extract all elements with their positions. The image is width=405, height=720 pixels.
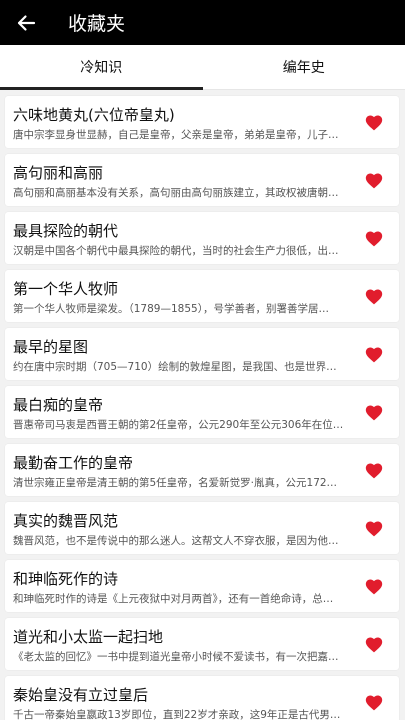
heart-icon[interactable] (364, 403, 384, 421)
item-description: 《老太监的回忆》一书中提到道光皇帝小时候不爱读书，有一次把嘉… (13, 651, 339, 663)
app-bar: 收藏夹 (0, 0, 405, 45)
item-description: 约在唐中宗时期（705—710）绘制的敦煌星图，是我国、也是世界… (13, 361, 337, 373)
tab-bar: 冷知识 编年史 (0, 45, 405, 90)
item-description: 第一个华人牧师是梁发。（1789—1855），号学善者，别署善学居… (13, 303, 329, 315)
item-title: 和珅临死作的诗 (13, 570, 119, 588)
heart-icon[interactable] (364, 229, 384, 247)
tab-chronicle[interactable]: 编年史 (203, 45, 405, 89)
back-button[interactable] (0, 0, 52, 45)
page-title: 收藏夹 (68, 13, 126, 35)
heart-icon[interactable] (364, 171, 384, 189)
item-title: 真实的魏晋风范 (13, 512, 119, 530)
item-title: 秦始皇没有立过皇后 (13, 686, 149, 704)
tab-trivia[interactable]: 冷知识 (0, 45, 203, 90)
heart-icon[interactable] (364, 113, 384, 131)
item-title: 最早的星图 (13, 338, 89, 356)
arrow-left-icon (17, 14, 36, 31)
item-title: 道光和小太监一起扫地 (13, 628, 164, 646)
heart-icon[interactable] (364, 635, 384, 653)
list-item[interactable]: 真实的魏晋风范魏晋风范，也不是传说中的那么迷人。这帮文人不穿衣服，是因为他… (5, 502, 399, 554)
list-item[interactable]: 和珅临死作的诗和珅临死时作的诗是《上元夜狱中对月两首》，还有一首绝命诗，总… (5, 560, 399, 612)
item-description: 晋惠帝司马衷是西晋王朝的第2任皇帝，公元290年至公元306年在位… (13, 419, 344, 431)
list-item[interactable]: 六味地黄丸(六位帝皇丸) 唐中宗李显身世显赫，自己是皇帝，父亲是皇帝，弟弟是皇帝，… (5, 96, 399, 148)
item-description: 千古一帝秦始皇嬴政13岁即位，直到22岁才亲政，这9年正是古代男… (13, 709, 341, 720)
heart-icon[interactable] (364, 287, 384, 305)
item-title: 高句丽和高丽 (13, 164, 104, 182)
heart-icon[interactable] (364, 693, 384, 711)
item-title: 最白痴的皇帝 (13, 396, 104, 414)
list-item[interactable]: 最早的星图约在唐中宗时期（705—710）绘制的敦煌星图，是我国、也是世界… (5, 328, 399, 380)
item-title: 六味地黄丸(六位帝皇丸) (13, 106, 175, 124)
list-item[interactable]: 最勤奋工作的皇帝清世宗雍正皇帝是清王朝的第5任皇帝，名爱新觉罗·胤真，公元172… (5, 444, 399, 496)
heart-icon[interactable] (364, 519, 384, 537)
item-description: 唐中宗李显身世显赫，自己是皇帝，父亲是皇帝，弟弟是皇帝，儿子… (13, 129, 339, 141)
list-item[interactable]: 最白痴的皇帝晋惠帝司马衷是西晋王朝的第2任皇帝，公元290年至公元306年在位… (5, 386, 399, 438)
item-title: 第一个华人牧师 (13, 280, 119, 298)
heart-icon[interactable] (364, 461, 384, 479)
heart-icon[interactable] (364, 577, 384, 595)
heart-icon[interactable] (364, 345, 384, 363)
list-item[interactable]: 秦始皇没有立过皇后千古一帝秦始皇嬴政13岁即位，直到22岁才亲政，这9年正是古代… (5, 676, 399, 720)
list-item[interactable]: 高句丽和高丽高句丽和高丽基本没有关系，高句丽由高句丽族建立，其政权被唐朝… (5, 154, 399, 206)
item-description: 清世宗雍正皇帝是清王朝的第5任皇帝，名爱新觉罗·胤真，公元172… (13, 477, 338, 489)
item-description: 魏晋风范，也不是传说中的那么迷人。这帮文人不穿衣服，是因为他… (13, 535, 339, 547)
item-description: 高句丽和高丽基本没有关系，高句丽由高句丽族建立，其政权被唐朝… (13, 187, 339, 199)
list-item[interactable]: 最具探险的朝代汉朝是中国各个朝代中最具探险的朝代，当时的社会生产力很低，出… (5, 212, 399, 264)
item-description: 汉朝是中国各个朝代中最具探险的朝代，当时的社会生产力很低，出… (13, 245, 339, 257)
item-title: 最勤奋工作的皇帝 (13, 454, 134, 472)
item-description: 和珅临死时作的诗是《上元夜狱中对月两首》，还有一首绝命诗，总… (13, 593, 334, 605)
item-title: 最具探险的朝代 (13, 222, 119, 240)
list-item[interactable]: 道光和小太监一起扫地《老太监的回忆》一书中提到道光皇帝小时候不爱读书，有一次把嘉… (5, 618, 399, 670)
list-item[interactable]: 第一个华人牧师第一个华人牧师是梁发。（1789—1855），号学善者，别署善学居… (5, 270, 399, 322)
